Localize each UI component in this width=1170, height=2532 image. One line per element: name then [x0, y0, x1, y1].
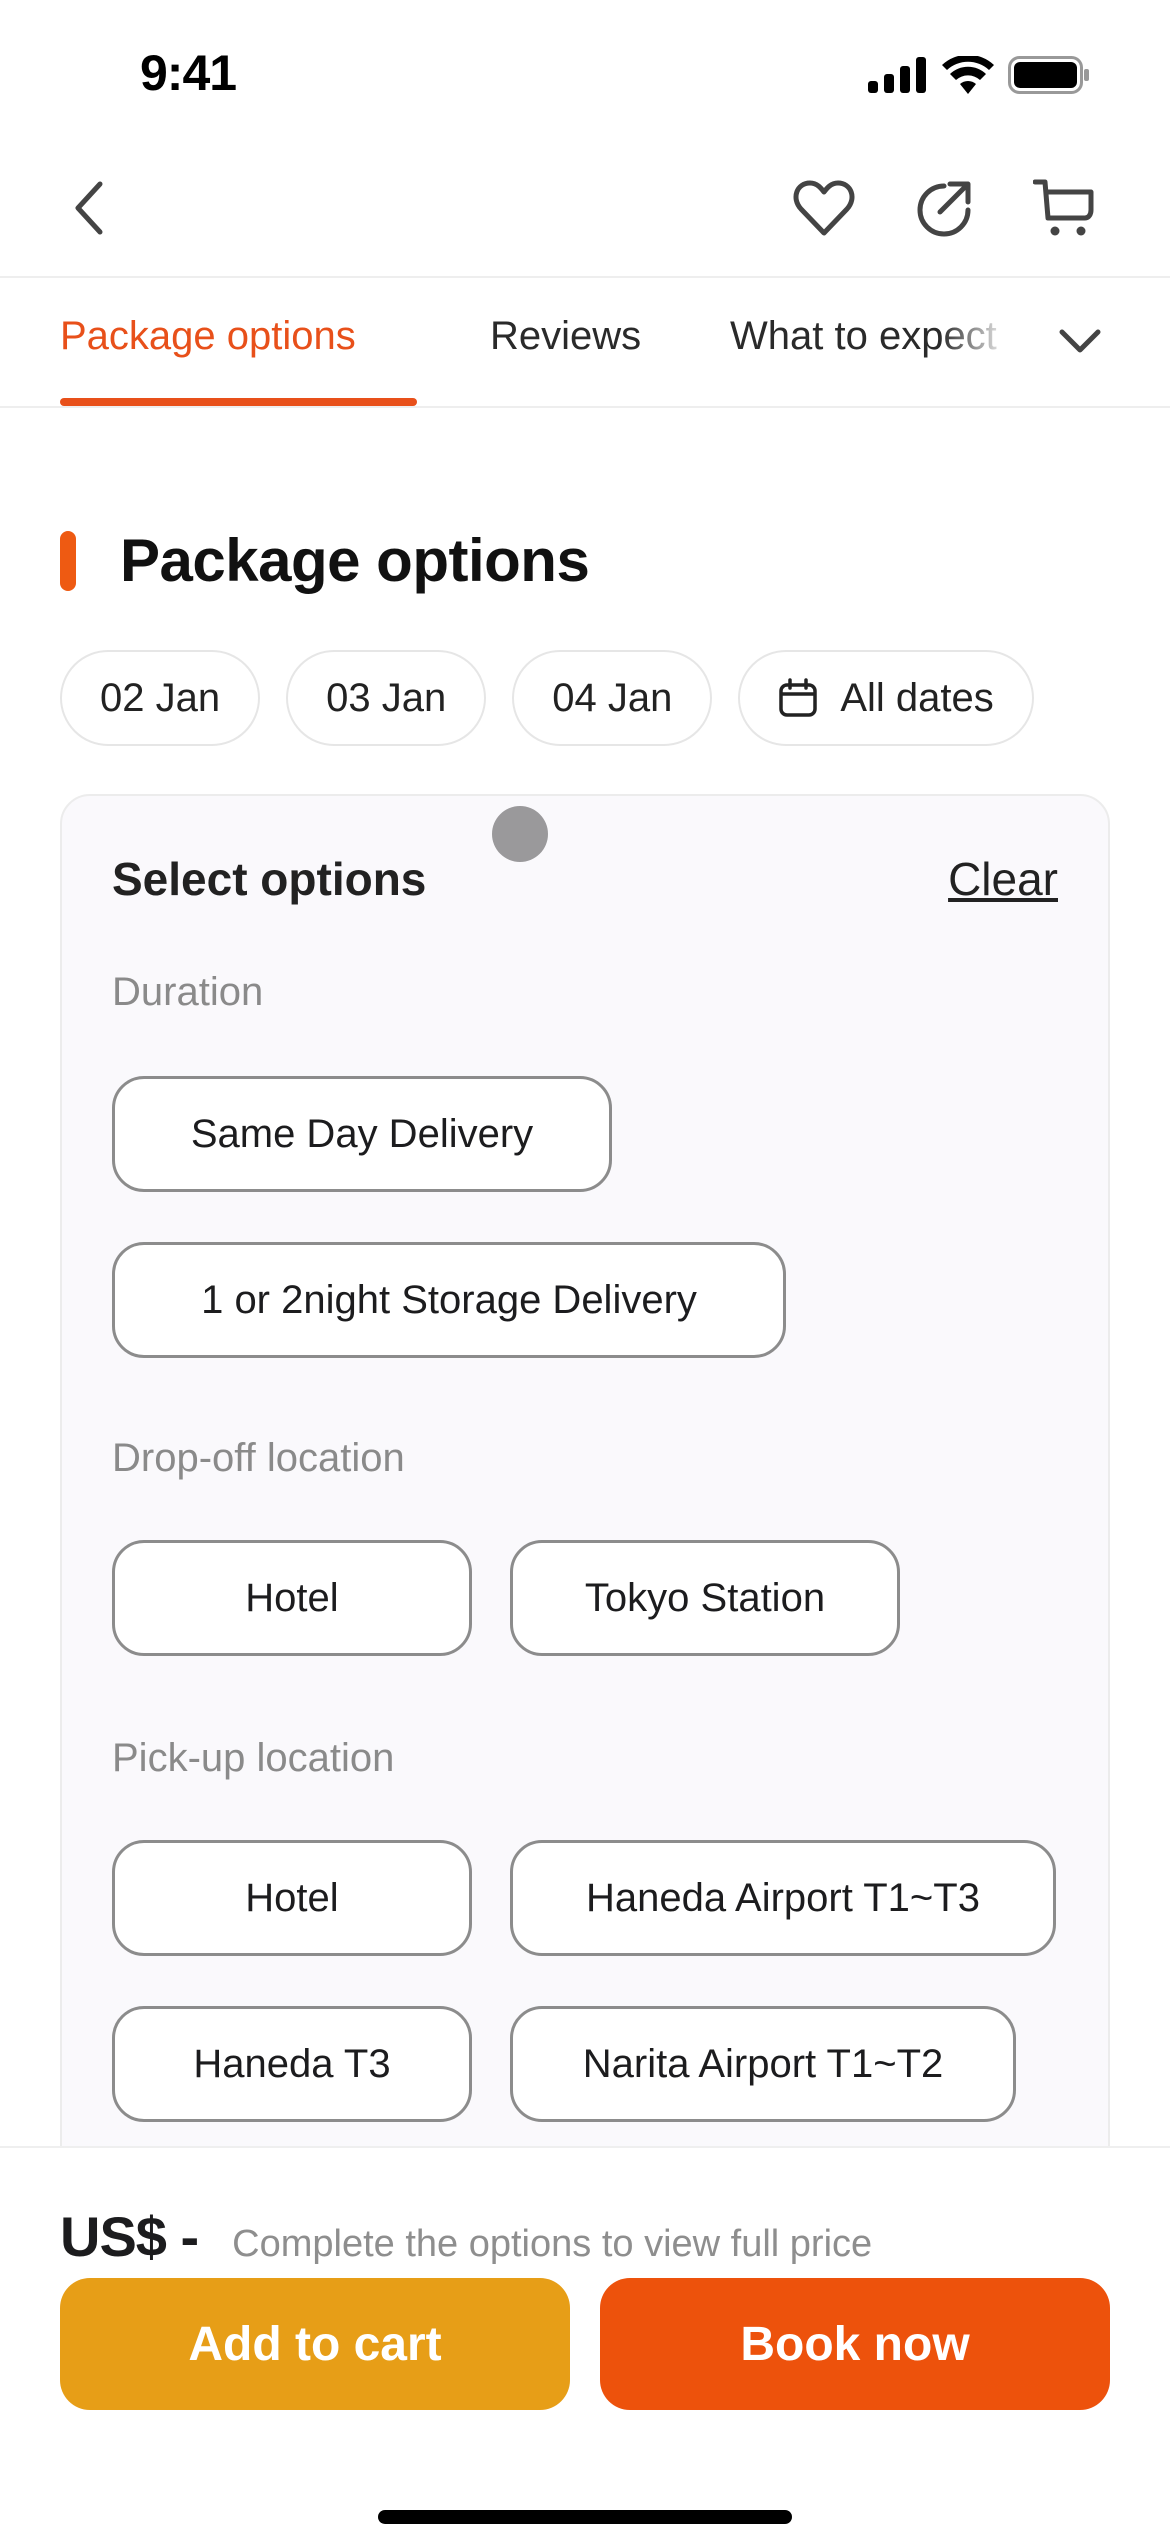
date-chip-label: All dates — [840, 675, 994, 720]
back-chevron-icon — [70, 178, 110, 243]
tab-reviews[interactable]: Reviews — [490, 314, 641, 359]
accent-bar — [60, 530, 76, 591]
wifi-icon — [942, 54, 994, 99]
group-label-pick-up: Pick-up location — [112, 1736, 395, 1780]
option-same-day-delivery[interactable]: Same Day Delivery — [112, 1076, 612, 1192]
calendar-icon — [778, 678, 818, 718]
options-title: Select options — [112, 853, 427, 905]
option-pickup-narita-airport[interactable]: Narita Airport T1~T2 — [510, 2006, 1016, 2122]
status-time: 9:41 — [140, 45, 237, 101]
signal-icon — [868, 57, 928, 98]
cart-icon — [1032, 178, 1095, 243]
active-tab-indicator — [60, 398, 417, 406]
group-label-drop-off: Drop-off location — [112, 1436, 405, 1480]
share-button[interactable] — [904, 170, 984, 250]
section-title: Package options — [120, 527, 590, 594]
option-storage-delivery[interactable]: 1 or 2night Storage Delivery — [112, 1242, 786, 1358]
date-chip-label: 02 Jan — [100, 675, 221, 720]
share-icon — [914, 178, 974, 243]
date-chip[interactable]: 02 Jan — [60, 650, 261, 746]
favorite-button[interactable] — [784, 170, 864, 250]
option-pickup-haneda-t3[interactable]: Haneda T3 — [112, 2006, 472, 2122]
date-chip-label: 04 Jan — [552, 675, 673, 720]
more-tabs-button[interactable] — [1040, 308, 1120, 378]
option-pickup-haneda-airport[interactable]: Haneda Airport T1~T3 — [510, 1840, 1056, 1956]
price-row: US$ - Complete the options to view full … — [60, 2204, 872, 2269]
price: US$ - — [60, 2205, 199, 2268]
options-card: Select options Clear Duration Same Day D… — [60, 794, 1110, 2194]
chevron-down-icon — [1058, 328, 1102, 359]
tab-what-to-expect[interactable]: What to expect — [730, 314, 1010, 359]
top-nav — [0, 150, 1170, 276]
option-dropoff-hotel[interactable]: Hotel — [112, 1540, 472, 1656]
home-indicator — [378, 2510, 792, 2524]
tab-package-options[interactable]: Package options — [60, 314, 356, 359]
group-label-duration: Duration — [112, 970, 264, 1014]
option-dropoff-tokyo-station[interactable]: Tokyo Station — [510, 1540, 900, 1656]
clear-button[interactable]: Clear — [948, 852, 1058, 906]
options-header: Select options Clear — [112, 852, 1058, 906]
option-pickup-hotel[interactable]: Hotel — [112, 1840, 472, 1956]
date-chip-label: 03 Jan — [326, 675, 447, 720]
bottom-bar: US$ - Complete the options to view full … — [0, 2146, 1170, 2532]
back-button[interactable] — [50, 170, 130, 250]
status-bar: 9:41 — [0, 0, 1170, 150]
all-dates-chip[interactable]: All dates — [738, 650, 1034, 746]
price-note: Complete the options to view full price — [232, 2223, 873, 2265]
date-chip[interactable]: 04 Jan — [512, 650, 713, 746]
heart-icon — [793, 179, 855, 242]
status-icons — [868, 54, 1090, 99]
date-chips: 02 Jan 03 Jan 04 Jan All dates — [60, 650, 1034, 746]
book-now-button[interactable]: Book now — [600, 2278, 1110, 2410]
battery-icon — [1008, 56, 1090, 99]
add-to-cart-button[interactable]: Add to cart — [60, 2278, 570, 2410]
cart-button[interactable] — [1024, 170, 1104, 250]
tab-bar: Package options Reviews What to expect — [0, 276, 1170, 408]
date-chip[interactable]: 03 Jan — [286, 650, 487, 746]
section-heading: Package options — [60, 526, 590, 595]
